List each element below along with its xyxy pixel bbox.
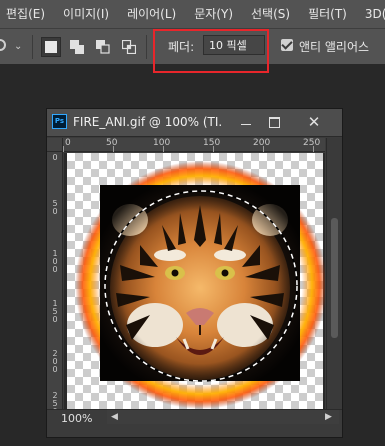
maximize-icon[interactable] xyxy=(261,112,287,132)
add-selection-icon[interactable] xyxy=(67,37,87,57)
horizontal-scrollbar[interactable]: ◀ ▶ xyxy=(107,410,339,424)
intersect-selection-icon[interactable] xyxy=(119,37,139,57)
chevron-down-icon[interactable]: ⌄ xyxy=(14,41,22,52)
menu-image[interactable]: 이미지(I) xyxy=(53,0,117,28)
photoshop-icon: Ps xyxy=(52,114,67,129)
gear-icon[interactable] xyxy=(0,39,6,51)
ruler-corner xyxy=(47,138,63,152)
scroll-right-icon[interactable]: ▶ xyxy=(325,410,332,424)
vertical-scroll-thumb[interactable] xyxy=(331,218,338,338)
menu-layer[interactable]: 레이어(L) xyxy=(117,0,184,28)
zoom-level[interactable]: 100% xyxy=(61,412,92,425)
menu-3d[interactable]: 3D(D) xyxy=(355,0,385,28)
ruler-label: 200 xyxy=(52,349,58,374)
document-statusbar: 100% ◀ ▶ xyxy=(47,409,342,437)
feather-highlight-box xyxy=(153,29,269,73)
anti-alias-label: 앤티 앨리어스 xyxy=(299,40,370,54)
menu-select[interactable]: 선택(S) xyxy=(241,0,298,28)
ruler-tick xyxy=(263,146,264,152)
new-selection-icon[interactable] xyxy=(41,37,61,57)
ruler-tick xyxy=(63,146,64,152)
ruler-tick xyxy=(113,146,114,152)
document-window: Ps FIRE_ANI.gif @ 100% (TI... ✕ 0 50 100… xyxy=(46,108,343,438)
options-separator xyxy=(32,35,33,59)
subtract-selection-icon[interactable] xyxy=(93,37,113,57)
scroll-left-icon[interactable]: ◀ xyxy=(111,410,118,424)
ruler-tick xyxy=(213,146,214,152)
ruler-label: 50 xyxy=(52,199,58,216)
ruler-horizontal: 0 50 100 150 200 250 xyxy=(63,138,325,152)
options-bar: ⌄ 페더: 앤티 앨리어스 xyxy=(0,28,385,73)
ruler-label: 0 xyxy=(52,153,58,162)
minimize-icon[interactable] xyxy=(233,112,259,132)
ruler-label: 50 xyxy=(106,138,118,148)
vertical-scrollbar[interactable] xyxy=(326,138,342,409)
ruler-label: 0 xyxy=(65,138,71,148)
document-title: FIRE_ANI.gif @ 100% (TI... xyxy=(73,115,223,129)
menu-bar: 편집(E) 이미지(I) 레이어(L) 문자(Y) 선택(S) 필터(T) 3D… xyxy=(0,0,385,28)
anti-alias-checkbox[interactable] xyxy=(281,39,293,51)
canvas-area[interactable] xyxy=(64,153,325,409)
ruler-label: 100 xyxy=(52,249,58,274)
ruler-label: 150 xyxy=(203,138,221,148)
ruler-tick xyxy=(163,146,164,152)
menu-edit[interactable]: 편집(E) xyxy=(0,0,53,28)
ruler-label: 250 xyxy=(303,138,321,148)
menu-filter[interactable]: 필터(T) xyxy=(298,0,355,28)
ruler-label: 200 xyxy=(253,138,271,148)
ruler-vertical: 0 50 100 150 200 250 xyxy=(47,152,63,416)
options-separator xyxy=(146,35,147,59)
ruler-tick xyxy=(313,146,314,152)
selection-marquee[interactable] xyxy=(64,153,325,409)
ruler-label: 100 xyxy=(153,138,171,148)
menu-type[interactable]: 문자(Y) xyxy=(184,0,241,28)
ruler-label: 150 xyxy=(52,299,58,324)
close-icon[interactable]: ✕ xyxy=(301,112,327,132)
document-titlebar[interactable]: Ps FIRE_ANI.gif @ 100% (TI... ✕ xyxy=(47,109,342,137)
